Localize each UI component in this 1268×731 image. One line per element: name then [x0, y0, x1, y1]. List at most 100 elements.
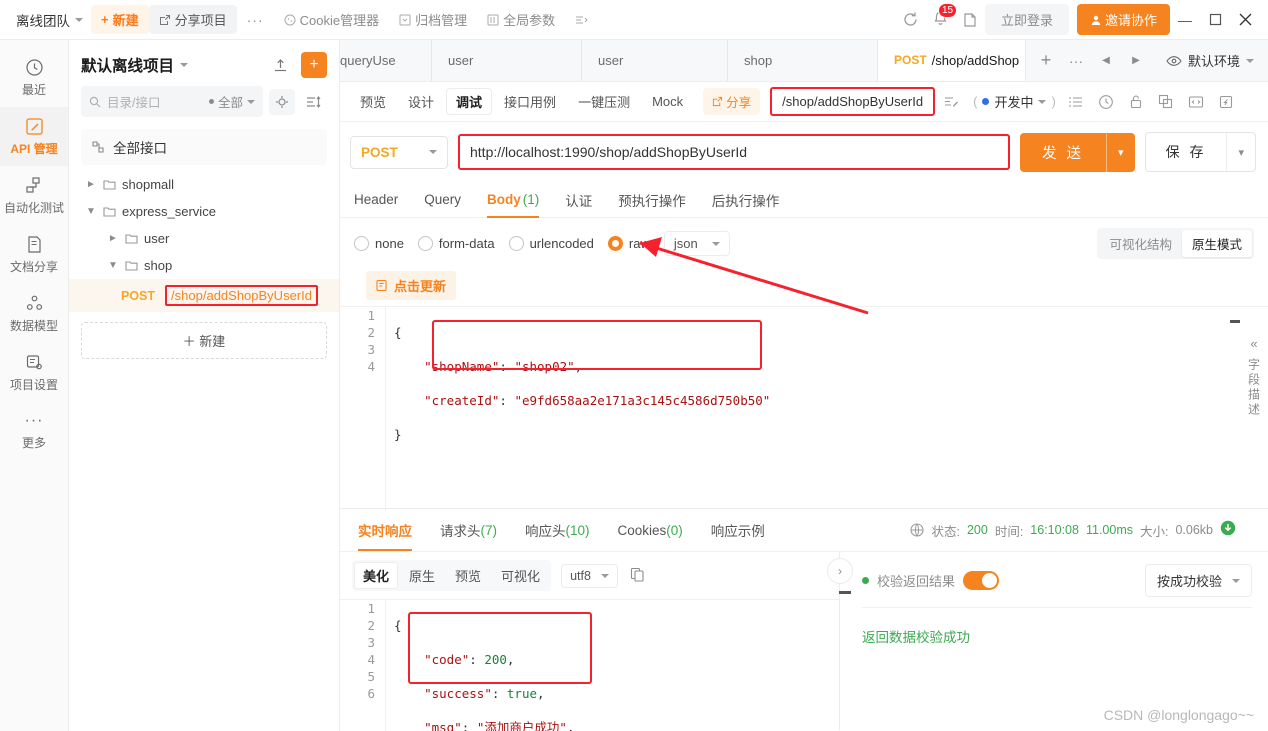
rail-item-automation-test[interactable]: 自动化测试 — [0, 166, 68, 225]
field-description-strip[interactable]: « 字段描述 — [1240, 330, 1268, 418]
download-icon[interactable] — [1220, 520, 1236, 540]
panel-collapse-button[interactable]: › — [827, 558, 853, 584]
format-preview[interactable]: 预览 — [446, 562, 490, 589]
lock-icon[interactable] — [1122, 89, 1150, 115]
tab-interface-cases[interactable]: 接口用例 — [494, 88, 566, 115]
response-tab-examples[interactable]: 响应示例 — [711, 509, 765, 551]
tab-design[interactable]: 设计 — [398, 88, 444, 115]
notes-button[interactable] — [955, 5, 985, 35]
outline-icon[interactable] — [1062, 89, 1090, 115]
send-button[interactable]: 发 送 ▾ — [1020, 132, 1135, 172]
validation-mode-selector[interactable]: 按成功校验 — [1144, 564, 1252, 597]
request-tab-post-operation[interactable]: 后执行操作 — [712, 182, 780, 218]
window-maximize-button[interactable] — [1200, 5, 1230, 35]
code-icon[interactable] — [1182, 89, 1210, 115]
refresh-button[interactable] — [896, 5, 926, 35]
tab-next-button[interactable]: ▶ — [1122, 47, 1150, 75]
request-tab-pre-operation[interactable]: 预执行操作 — [618, 182, 686, 218]
view-raw-mode[interactable]: 原生模式 — [1181, 230, 1252, 257]
project-chevron-down-icon[interactable] — [180, 63, 189, 67]
invite-collaborate-button[interactable]: 邀请协作 — [1076, 4, 1170, 35]
url-input[interactable]: http://localhost:1990/shop/addShopByUser… — [458, 134, 1011, 170]
cookie-manager-button[interactable]: Cookie管理器 — [274, 5, 389, 34]
import-export-button[interactable] — [267, 52, 293, 78]
notifications-button[interactable]: 15 — [926, 2, 958, 30]
environment-selector[interactable]: 默认环境 — [1158, 40, 1268, 81]
tab-prev-button[interactable]: ◀ — [1092, 47, 1120, 75]
search-filter[interactable]: 全部 — [208, 92, 255, 111]
rail-item-more[interactable]: ··· 更多 — [0, 402, 68, 460]
save-button[interactable]: 保 存 ▾ — [1144, 132, 1256, 172]
format-raw[interactable]: 原生 — [400, 562, 444, 589]
doc-tab-queryuse[interactable]: queryUse — [340, 40, 432, 81]
tree-folder-express-service[interactable]: ▼ express_service — [69, 198, 339, 225]
doc-tab-add-shop[interactable]: POST /shop/addShop — [878, 40, 1026, 81]
response-tab-cookies[interactable]: Cookies (0) — [618, 509, 683, 551]
search-input[interactable]: 目录/接口 全部 — [81, 86, 263, 117]
click-to-update-button[interactable]: 点击更新 — [366, 271, 457, 300]
tree-folder-user[interactable]: ► user — [69, 225, 339, 252]
body-mode-urlencoded[interactable]: urlencoded — [508, 236, 594, 251]
tree-api-add-shop-by-user-id[interactable]: POST /shop/addShopByUserId — [69, 279, 339, 312]
tree-folder-shopmall[interactable]: ► shopmall — [69, 171, 339, 198]
tab-preview[interactable]: 预览 — [350, 88, 396, 115]
rail-item-data-model[interactable]: 数据模型 — [0, 284, 68, 343]
copy-icon[interactable] — [1152, 89, 1180, 115]
all-interfaces-item[interactable]: 全部接口 — [81, 129, 327, 165]
project-name[interactable]: 默认离线项目 — [81, 54, 174, 76]
encoding-selector[interactable]: utf8 — [561, 563, 618, 588]
share-project-button[interactable]: 分享项目 — [148, 5, 237, 34]
new-button[interactable]: + 新建 — [91, 5, 149, 34]
archive-manage-button[interactable]: 归档管理 — [389, 5, 477, 34]
doc-tab-user-1[interactable]: user — [432, 40, 582, 81]
doc-tab-user-2[interactable]: user — [582, 40, 728, 81]
response-tab-request-headers[interactable]: 请求头 (7) — [440, 509, 497, 551]
format-beautify[interactable]: 美化 — [354, 562, 399, 589]
sidebar-new-button[interactable]: ＋ 新建 — [81, 322, 327, 359]
view-visual-structure[interactable]: 可视化结构 — [1099, 230, 1182, 257]
collapse-icon[interactable]: « — [1250, 336, 1257, 351]
request-tab-body[interactable]: Body (1) — [487, 182, 539, 218]
tab-add-button[interactable]: + — [1032, 47, 1060, 75]
save-chevron-down-icon[interactable]: ▾ — [1227, 133, 1255, 171]
response-editor[interactable]: 1 2 3 4 5 6 { "code": 200, "success": tr… — [340, 591, 851, 731]
add-new-button[interactable]: + — [301, 52, 327, 78]
rail-item-project-settings[interactable]: 项目设置 — [0, 343, 68, 402]
editor-scroll-indicator[interactable] — [1230, 320, 1240, 323]
tab-stress-test[interactable]: 一键压测 — [568, 88, 640, 115]
history-icon[interactable] — [1092, 89, 1120, 115]
rail-item-recent[interactable]: 最近 — [0, 48, 68, 107]
list-toggle-button[interactable] — [565, 9, 598, 31]
raw-format-selector[interactable]: json — [663, 231, 730, 256]
rail-item-api-management[interactable]: API 管理 — [0, 107, 68, 166]
tab-more-button[interactable]: ··· — [1062, 47, 1090, 75]
body-mode-form-data[interactable]: form-data — [417, 236, 495, 251]
request-tab-query[interactable]: Query — [424, 182, 461, 218]
rail-item-doc-share[interactable]: 文档分享 — [0, 225, 68, 284]
response-tab-response-headers[interactable]: 响应头 (10) — [525, 509, 590, 551]
window-close-button[interactable] — [1230, 5, 1260, 35]
sort-button[interactable] — [301, 89, 327, 115]
doc-tab-shop[interactable]: shop — [728, 40, 878, 81]
response-tab-realtime[interactable]: 实时响应 — [358, 509, 412, 551]
request-tab-header[interactable]: Header — [354, 182, 398, 218]
topbar-more-button[interactable]: ··· — [237, 12, 274, 28]
api-path-chip[interactable]: /shop/addShopByUserId — [770, 87, 936, 116]
send-chevron-down-icon[interactable]: ▾ — [1107, 133, 1135, 172]
doc-edit-icon[interactable] — [937, 89, 965, 115]
window-minimize-button[interactable]: — — [1170, 5, 1200, 35]
export-icon[interactable] — [1212, 89, 1240, 115]
status-selector[interactable]: ( 开发中 ) — [973, 92, 1056, 111]
body-mode-none[interactable]: none — [354, 236, 404, 251]
tab-mock[interactable]: Mock — [642, 90, 693, 113]
tree-folder-shop[interactable]: ▼ shop — [69, 252, 339, 279]
login-button[interactable]: 立即登录 — [984, 4, 1069, 35]
body-mode-raw[interactable]: raw — [607, 236, 650, 251]
team-selector[interactable]: 离线团队 — [8, 6, 91, 34]
share-button[interactable]: 分享 — [703, 88, 761, 115]
copy-response-button[interactable] — [630, 567, 645, 585]
method-selector[interactable]: POST — [350, 135, 448, 169]
request-body-editor[interactable]: 1 2 3 4 { "shopName": "shop02", "createI… — [340, 306, 1268, 511]
global-params-button[interactable]: 全局参数 — [477, 5, 565, 34]
tab-debug[interactable]: 调试 — [446, 88, 493, 115]
